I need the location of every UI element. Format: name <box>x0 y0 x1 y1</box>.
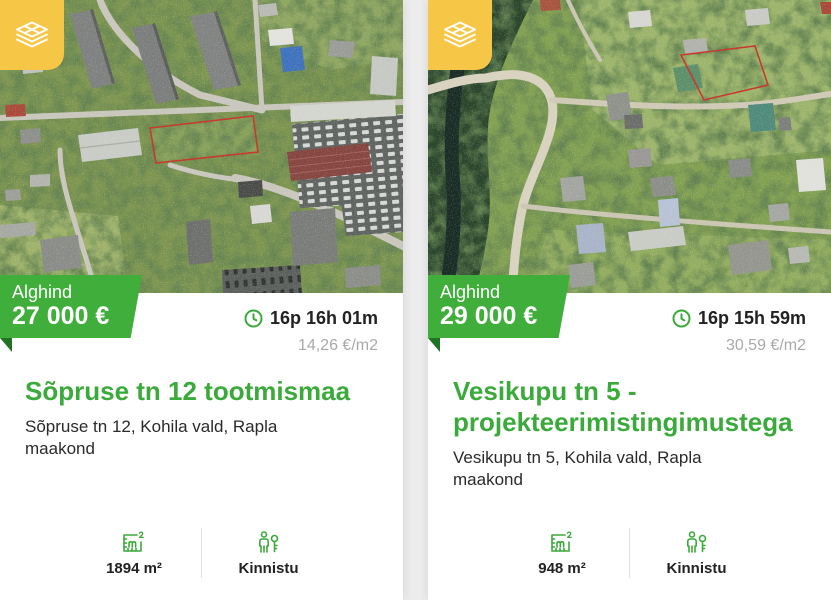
listing-content: Sõpruse tn 12 tootmismaa Sõpruse tn 12, … <box>25 376 378 460</box>
listing-card[interactable]: Alghind 27 000 € 16p 16h 01m 14,26 €/m2 … <box>0 0 403 600</box>
price-per-m2: 14,26 €/m2 <box>297 337 378 354</box>
listing-features: 1894 m² Kinnistu <box>67 528 335 578</box>
listing-title[interactable]: Sõpruse tn 12 tootmismaa <box>25 376 378 407</box>
listing-address: Vesikupu tn 5, Kohila vald, Rapla maakon… <box>453 448 702 489</box>
price-value: 29 000 € <box>440 302 538 330</box>
feature-area: 948 m² <box>495 528 629 578</box>
listing-card[interactable]: Alghind 29 000 € 16p 15h 59m 30,59 €/m2 … <box>428 0 831 600</box>
category-badge <box>428 0 492 70</box>
property-type-value: Kinnistu <box>666 560 727 577</box>
listing-content: Vesikupu tn 5 - projekteerimistingimuste… <box>453 376 806 491</box>
feature-property-type: Kinnistu <box>629 528 763 578</box>
listing-features: 948 m² Kinnistu <box>495 528 763 578</box>
auction-timer: 16p 16h 01m <box>244 307 378 329</box>
clock-icon <box>672 309 691 327</box>
tag-fold <box>428 338 440 352</box>
price-label: Alghind <box>12 282 73 302</box>
feature-property-type: Kinnistu <box>201 528 335 578</box>
listing-title[interactable]: Vesikupu tn 5 - projekteerimistingimuste… <box>453 376 806 438</box>
listing-address: Sõpruse tn 12, Kohila vald, Rapla maakon… <box>25 417 278 458</box>
starting-price-tag: Alghind 29 000 € <box>428 275 570 338</box>
person-key-icon <box>686 531 706 553</box>
feature-area: 1894 m² <box>67 528 201 578</box>
tag-fold <box>0 338 12 352</box>
starting-price-tag: Alghind 27 000 € <box>0 275 142 338</box>
price-label: Alghind <box>440 282 501 302</box>
price-per-m2: 30,59 €/m2 <box>725 337 806 354</box>
person-key-icon <box>258 531 278 553</box>
property-type-value: Kinnistu <box>238 560 299 577</box>
time-left: 16p 16h 01m <box>269 307 378 328</box>
area-m2-icon <box>551 531 572 552</box>
time-left: 16p 15h 59m <box>697 307 806 328</box>
category-badge <box>0 0 64 70</box>
area-value: 1894 m² <box>106 560 162 577</box>
layers-icon <box>444 21 476 48</box>
clock-icon <box>244 309 263 327</box>
auction-timer: 16p 15h 59m <box>672 307 806 329</box>
area-m2-icon <box>123 531 144 552</box>
price-value: 27 000 € <box>12 302 110 330</box>
area-value: 948 m² <box>538 560 586 577</box>
layers-icon <box>16 21 48 48</box>
